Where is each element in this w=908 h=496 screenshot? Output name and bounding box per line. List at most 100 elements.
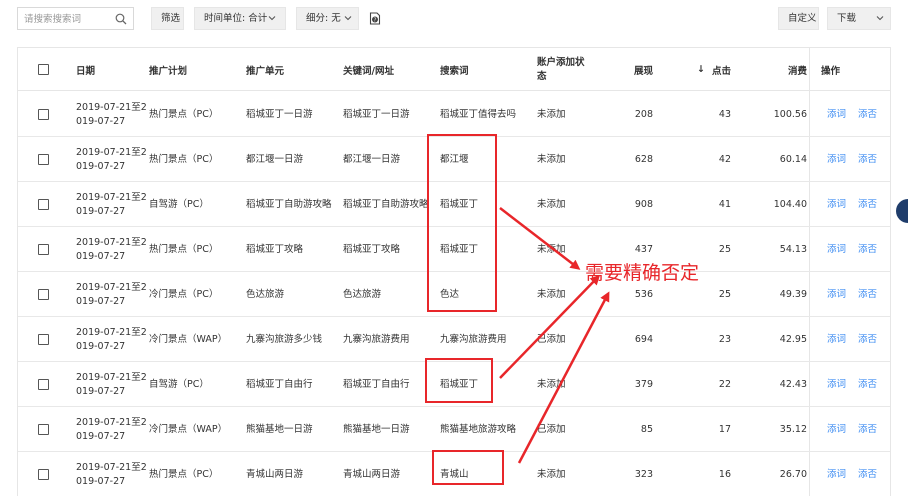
add-negative-link[interactable]: 添否: [858, 92, 877, 137]
header-search-term[interactable]: 搜索词: [440, 48, 469, 91]
cell-clicks: 41: [718, 198, 731, 210]
table-row: 2019-07-21至2 019-07-27 冷门景点（WAP） 熊猫基地一日游 熊猫基…: [18, 407, 890, 452]
cell-search-term: 稻城亚丁值得去吗: [440, 108, 517, 120]
header-impressions[interactable]: 展现: [603, 48, 653, 91]
add-negative-link[interactable]: 添否: [858, 362, 877, 407]
cell-plan: 热门景点（PC）: [149, 243, 219, 255]
cell-cost: 104.40: [773, 198, 807, 210]
select-all-checkbox[interactable]: [38, 64, 49, 75]
cell-plan: 自驾游（PC）: [149, 378, 209, 390]
header-account-add-status[interactable]: 账户添加状态: [537, 48, 585, 91]
row-checkbox[interactable]: [38, 199, 49, 210]
row-checkbox[interactable]: [38, 244, 49, 255]
cell-keyword: 稻城亚丁攻略: [343, 243, 401, 255]
header-cost[interactable]: 消费: [748, 48, 807, 91]
row-checkbox[interactable]: [38, 334, 49, 345]
cell-status: 未添加: [537, 243, 566, 255]
cell-plan: 冷门景点（PC）: [149, 288, 219, 300]
cell-keyword: 九寨沟旅游费用: [343, 333, 410, 345]
add-keyword-link[interactable]: 添词: [827, 407, 846, 452]
time-unit-dropdown[interactable]: 时间单位: 合计: [194, 7, 286, 30]
cell-date-line: 2019-07-21至2: [76, 236, 147, 248]
filter-button[interactable]: 筛选: [151, 7, 184, 30]
add-keyword-link[interactable]: 添词: [827, 227, 846, 272]
row-checkbox[interactable]: [38, 469, 49, 480]
cell-plan: 冷门景点（WAP）: [149, 333, 228, 345]
cell-unit: 稻城亚丁一日游: [246, 108, 313, 120]
download-label: 下载: [837, 13, 857, 24]
chevron-down-icon: [876, 16, 884, 21]
cell-unit: 九寨沟旅游多少钱: [246, 333, 323, 345]
cell-date-line: 2019-07-21至2: [76, 461, 147, 473]
cell-unit: 都江堰一日游: [246, 153, 304, 165]
header-plan[interactable]: 推广计划: [149, 48, 187, 91]
customize-button[interactable]: 自定义: [778, 7, 819, 30]
breakdown-dropdown[interactable]: 细分: 无: [296, 7, 359, 30]
row-checkbox[interactable]: [38, 154, 49, 165]
add-keyword-link[interactable]: 添词: [827, 362, 846, 407]
cell-unit: 熊猫基地一日游: [246, 423, 313, 435]
add-keyword-link[interactable]: 添词: [827, 137, 846, 182]
highlight-box-search-terms: [427, 134, 497, 312]
cell-clicks: 23: [718, 333, 731, 345]
header-keyword[interactable]: 关键词/网址: [343, 48, 394, 91]
search-input[interactable]: [24, 11, 112, 27]
add-negative-link[interactable]: 添否: [858, 182, 877, 227]
chevron-down-icon: [268, 16, 276, 21]
add-keyword-link[interactable]: 添词: [827, 452, 846, 496]
add-negative-link[interactable]: 添否: [858, 227, 877, 272]
cell-date: 2019-07-21至2 019-07-27: [76, 407, 147, 452]
cell-date: 2019-07-21至2 019-07-27: [76, 182, 147, 227]
cell-status: 未添加: [537, 288, 566, 300]
add-keyword-link[interactable]: 添词: [827, 92, 846, 137]
cell-cost: 42.95: [779, 333, 807, 345]
header-clicks[interactable]: 点击: [701, 48, 731, 91]
header-unit[interactable]: 推广单元: [246, 48, 284, 91]
table-row: 2019-07-21至2 019-07-27 冷门景点（WAP） 九寨沟旅游多少钱 九寨…: [18, 317, 890, 362]
svg-text:?: ?: [374, 17, 377, 23]
cell-clicks: 16: [718, 468, 731, 480]
cell-keyword: 都江堰一日游: [343, 153, 401, 165]
add-keyword-link[interactable]: 添词: [827, 182, 846, 227]
chevron-down-icon: [344, 16, 352, 21]
add-keyword-link[interactable]: 添词: [827, 317, 846, 362]
cell-unit: 青城山两日游: [246, 468, 304, 480]
time-unit-label: 时间单位: 合计: [204, 13, 268, 24]
add-negative-link[interactable]: 添否: [858, 137, 877, 182]
cell-keyword: 稻城亚丁自助游攻略: [343, 198, 429, 210]
cell-date-line: 2019-07-21至2: [76, 281, 147, 293]
cell-clicks: 25: [718, 243, 731, 255]
cell-impressions: 628: [634, 153, 653, 165]
help-doc-icon[interactable]: ?: [369, 12, 381, 25]
cell-keyword: 青城山两日游: [343, 468, 401, 480]
cell-cost: 100.56: [773, 108, 807, 120]
cell-date-line: 019-07-27: [76, 475, 126, 487]
add-negative-link[interactable]: 添否: [858, 452, 877, 496]
search-box[interactable]: [17, 7, 134, 30]
add-negative-link[interactable]: 添否: [858, 317, 877, 362]
cell-status: 未添加: [537, 153, 566, 165]
cell-impressions: 379: [634, 378, 653, 390]
cell-date: 2019-07-21至2 019-07-27: [76, 452, 147, 496]
add-negative-link[interactable]: 添否: [858, 407, 877, 452]
floating-widget-icon[interactable]: [896, 199, 908, 223]
add-negative-link[interactable]: 添否: [858, 272, 877, 317]
breakdown-label: 细分: 无: [306, 13, 341, 24]
row-checkbox[interactable]: [38, 379, 49, 390]
cell-date: 2019-07-21至2 019-07-27: [76, 227, 147, 272]
download-dropdown[interactable]: 下载: [827, 7, 891, 30]
cell-unit: 稻城亚丁自由行: [246, 378, 313, 390]
row-checkbox[interactable]: [38, 289, 49, 300]
table-row: 2019-07-21至2 019-07-27 热门景点（PC） 稻城亚丁一日游 稻城亚丁…: [18, 92, 890, 137]
add-keyword-link[interactable]: 添词: [827, 272, 846, 317]
cell-keyword: 稻城亚丁一日游: [343, 108, 410, 120]
cell-clicks: 42: [718, 153, 731, 165]
cell-status: 已添加: [537, 423, 566, 435]
header-date[interactable]: 日期: [76, 48, 95, 91]
cell-cost: 26.70: [779, 468, 807, 480]
cell-status: 未添加: [537, 468, 566, 480]
row-checkbox[interactable]: [38, 109, 49, 120]
row-checkbox[interactable]: [38, 424, 49, 435]
search-icon[interactable]: [115, 13, 127, 25]
cell-search-term: 熊猫基地旅游攻略: [440, 423, 517, 435]
